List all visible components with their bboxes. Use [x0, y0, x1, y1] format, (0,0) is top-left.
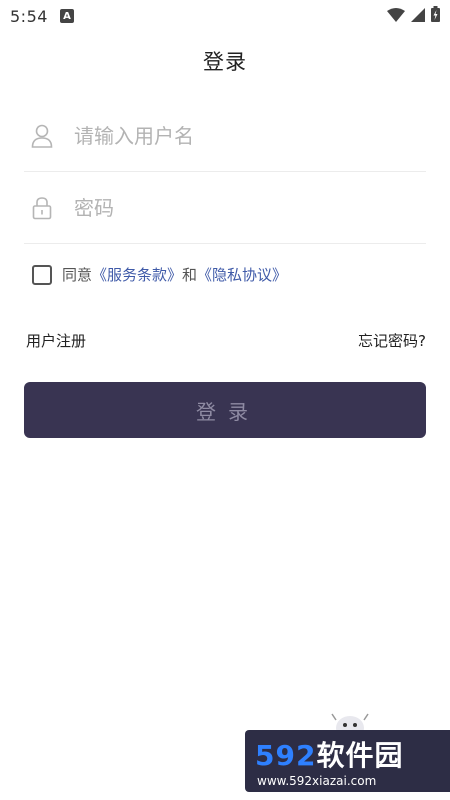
status-left: 5:54 A: [10, 7, 74, 26]
watermark-brand: 592软件园: [255, 734, 403, 774]
signal-icon: [411, 7, 425, 26]
status-time: 5:54: [10, 6, 48, 26]
watermark-box: 592软件园 www.592xiazai.com: [245, 730, 450, 792]
status-right: [387, 6, 440, 26]
wifi-icon: [387, 7, 405, 26]
password-input[interactable]: [72, 194, 406, 221]
account-links-row: 用户注册 忘记密码?: [26, 330, 426, 351]
battery-icon: [431, 6, 440, 26]
watermark-number: 592: [255, 739, 317, 772]
register-link[interactable]: 用户注册: [26, 330, 86, 351]
watermark-url: www.592xiazai.com: [257, 774, 377, 788]
status-bar: 5:54 A: [0, 0, 450, 32]
and-text: 和: [182, 266, 198, 284]
app-notification-icon: A: [59, 9, 74, 23]
privacy-link[interactable]: 《隐私协议》: [197, 264, 287, 285]
page-title: 登录: [203, 50, 247, 74]
login-screen: 5:54 A 登录 请输入用户名 同意 《服务条款》 和 《隐私协议》 用户注册…: [0, 0, 450, 800]
agree-checkbox[interactable]: [32, 264, 52, 285]
lock-icon: [22, 193, 62, 223]
forgot-password-link[interactable]: 忘记密码?: [358, 330, 426, 351]
username-field: [24, 100, 426, 172]
terms-link[interactable]: 《服务条款》: [92, 264, 182, 285]
username-input[interactable]: [72, 122, 406, 149]
password-field: [24, 172, 426, 244]
watermark: 592软件园 www.592xiazai.com: [240, 710, 450, 800]
agreement-row: 同意 《服务条款》 和 《隐私协议》: [32, 264, 287, 285]
agree-prefix-text: 同意: [62, 266, 93, 284]
user-icon: [22, 121, 62, 151]
login-button[interactable]: 登录: [24, 382, 426, 438]
watermark-brand-cn: 软件园: [316, 739, 404, 772]
